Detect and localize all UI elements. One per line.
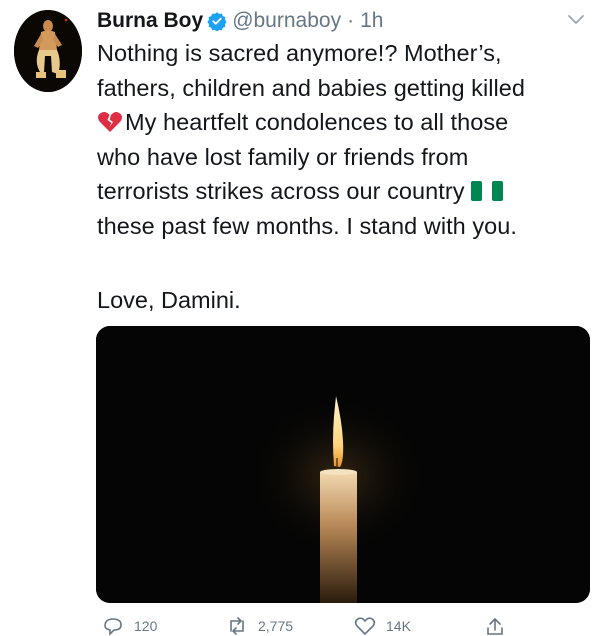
reply-count: 120 [134,618,158,634]
reply-icon [104,618,122,636]
author-handle[interactable]: @burnaboy [232,9,341,33]
share-icon [487,617,503,635]
tweet-signoff: Love, Damini. [97,287,241,313]
share-button[interactable] [484,616,506,636]
tweet-media-image[interactable] [96,326,590,603]
heart-icon [354,617,376,636]
tweet-text-line: Nothing is sacred anymore!? Mother’s, [97,40,502,66]
tweet-text-line: who have lost family or friends from [97,143,469,170]
tweet-text-line: My heartfelt condolences to all those [125,109,509,135]
chevron-down-icon[interactable] [566,12,586,28]
tweet-header: Burna Boy @burnaboy · 1h [97,6,383,36]
tweet-text: Nothing is sacred anymore!? Mother’s, fa… [97,36,587,243]
tweet-text-line: terrorists strikes across our country [97,178,465,204]
tweet-text-line: fathers, children and babies getting kil… [97,74,526,101]
like-count: 14K [386,618,411,634]
tweet-text-line-with-emoji: terrorists strikes across our country [97,174,587,209]
tweet-actions: 120 2,775 14K [96,616,590,636]
verified-badge-icon [207,11,227,31]
author-avatar[interactable] [14,10,82,92]
reply-button[interactable]: 120 [102,616,157,636]
retweet-count: 2,775 [258,618,294,634]
retweet-icon [230,617,244,635]
nigeria-flag-emoji [470,181,503,201]
broken-heart-emoji [97,111,123,133]
tweet-text-line: these past few months. I stand with you. [97,212,517,239]
like-button[interactable]: 14K [354,616,411,636]
tweet-text-line-with-emoji: My heartfelt condolences to all those [97,105,587,140]
author-name[interactable]: Burna Boy [97,9,203,33]
retweet-button[interactable]: 2,775 [226,616,293,636]
separator-dot: · [347,9,355,32]
tweet-timestamp[interactable]: 1h [360,9,383,33]
